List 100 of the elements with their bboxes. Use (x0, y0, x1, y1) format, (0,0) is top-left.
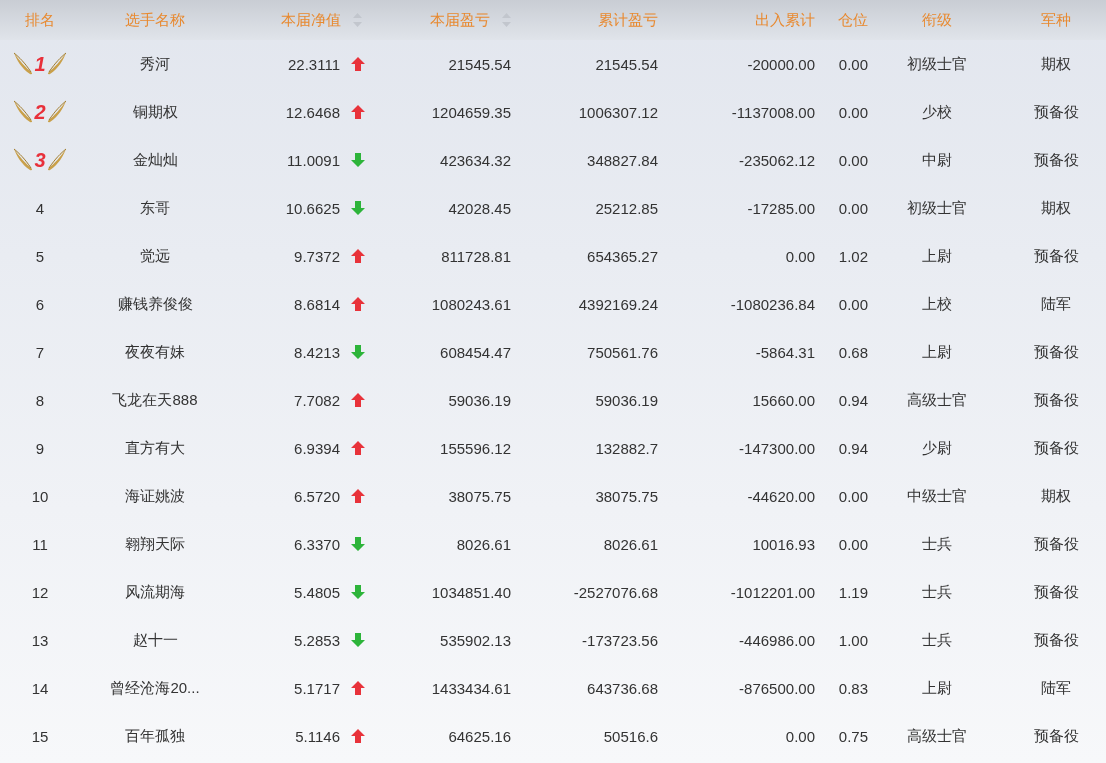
table-cell-text: 1.00 (837, 631, 868, 649)
table-cell-text: -1080236.84 (729, 295, 815, 313)
table-cell-text: 0.00 (837, 103, 868, 121)
table-cell-text: 6.3370 (293, 535, 340, 553)
player-name: 飞龙在天888 (111, 390, 199, 410)
table-cell-text: 38075.75 (594, 487, 658, 505)
table-cell-text: -876500.00 (738, 679, 815, 697)
player-name: 海证姚波 (124, 486, 186, 506)
table-cell-text: 0.75 (837, 727, 868, 745)
rank-number: 14 (30, 679, 50, 697)
sort-icon[interactable] (353, 13, 362, 27)
column-header[interactable]: 本届盈亏 (430, 10, 490, 30)
table-cell-text: 42028.45 (447, 199, 511, 217)
wing-icon (13, 100, 34, 124)
table-cell-text: 期权 (1040, 486, 1072, 506)
rank-number: 2 (34, 100, 46, 124)
table-cell-text: 高级士官 (906, 390, 968, 410)
wing-icon (46, 100, 67, 124)
player-name: 曾经沧海20... (109, 678, 201, 698)
table-cell-text: 38075.75 (447, 487, 511, 505)
table-cell-text: 预备役 (1032, 102, 1080, 122)
table-cell-text: 预备役 (1032, 726, 1080, 746)
table-cell-text: 1080243.61 (430, 295, 511, 313)
table-cell-text: 59036.19 (447, 391, 511, 409)
player-name: 觉远 (139, 246, 171, 266)
table-cell-text: 1.02 (837, 247, 868, 265)
table-cell-text: 上尉 (921, 342, 953, 362)
table-cell-text: 期权 (1040, 54, 1072, 74)
table-cell-text: 上校 (921, 294, 953, 314)
table-cell-text: 陆军 (1040, 294, 1072, 314)
rank-number: 9 (34, 439, 46, 457)
table-cell-text: 0.00 (837, 295, 868, 313)
table-cell-text: 预备役 (1032, 342, 1080, 362)
rank-number: 15 (30, 727, 50, 745)
table-cell-text: 9.7372 (293, 247, 340, 265)
player-name: 东哥 (139, 198, 171, 218)
table-cell-text: 0.00 (837, 55, 868, 73)
table-cell-text: -20000.00 (746, 55, 815, 73)
table-cell-text: -5864.31 (754, 343, 815, 361)
table-cell-text: 0.00 (837, 199, 868, 217)
table-cell-text: 高级士官 (906, 726, 968, 746)
table-cell-text: 中尉 (921, 150, 953, 170)
table-cell-text: 654365.27 (586, 247, 658, 265)
column-header: 出入累计 (755, 10, 815, 30)
table-cell-text: 132882.7 (594, 439, 658, 457)
table-cell-text: 1034851.40 (430, 583, 511, 601)
table-cell-text: 608454.47 (439, 343, 511, 361)
player-name: 金灿灿 (131, 150, 179, 170)
wing-icon (13, 148, 34, 172)
table-cell-text: 21545.54 (447, 55, 511, 73)
player-name: 直方有大 (124, 438, 186, 458)
table-cell-text: 少校 (921, 102, 953, 122)
player-name: 风流期海 (124, 582, 186, 602)
table-cell-text: 0.00 (784, 727, 815, 745)
rank-number: 1 (34, 52, 46, 76)
table-cell-text: 22.3111 (287, 55, 340, 73)
table-cell-text: 士兵 (921, 582, 953, 602)
rank-number: 12 (30, 583, 50, 601)
table-cell-text: 0.00 (837, 151, 868, 169)
table-cell-text: 上尉 (921, 678, 953, 698)
column-header[interactable]: 本届净值 (281, 10, 341, 30)
table-cell-text: 期权 (1040, 198, 1072, 218)
table-cell-text: 6.5720 (293, 487, 340, 505)
table-cell-text: 预备役 (1032, 438, 1080, 458)
table-cell-text: -1012201.00 (729, 583, 815, 601)
player-name: 赚钱养俊俊 (116, 294, 194, 314)
table-cell-text: 155596.12 (439, 439, 511, 457)
table-cell-text: 750561.76 (586, 343, 658, 361)
rank-number: 7 (34, 343, 46, 361)
player-name: 夜夜有妹 (124, 342, 186, 362)
table-cell-text: 1006307.12 (577, 103, 658, 121)
table-cell-text: 5.4805 (293, 583, 340, 601)
table-cell-text: -2527076.68 (572, 583, 658, 601)
table-cell-text: 预备役 (1032, 390, 1080, 410)
table-cell-text: 1204659.35 (430, 103, 511, 121)
table-cell-text: 7.7082 (293, 391, 340, 409)
table-cell-text: 士兵 (921, 630, 953, 650)
table-cell-text: 0.00 (837, 535, 868, 553)
table-cell-text: 预备役 (1032, 582, 1080, 602)
table-cell-text: 811728.81 (440, 247, 511, 265)
table-cell-text: 12.6468 (284, 103, 340, 121)
rank-number: 6 (34, 295, 46, 313)
table-cell-text: 8026.61 (455, 535, 511, 553)
table-cell-text: 5.2853 (293, 631, 340, 649)
table-cell-text: 10016.93 (751, 535, 815, 553)
table-cell-text: 上尉 (921, 246, 953, 266)
table-cell-text: 10.6625 (284, 199, 340, 217)
table-cell-text: 0.94 (837, 391, 868, 409)
table-cell-text: -1137008.00 (730, 103, 815, 121)
column-header: 仓位 (838, 10, 868, 30)
rank-number: 11 (31, 535, 49, 553)
table-cell-text: 初级士官 (906, 54, 968, 74)
sort-icon[interactable] (502, 13, 511, 27)
table-cell-text: 预备役 (1032, 534, 1080, 554)
table-cell-text: 6.9394 (293, 439, 340, 457)
table-cell-text: 陆军 (1040, 678, 1072, 698)
table-cell-text: 0.94 (837, 439, 868, 457)
table-cell-text: 8.6814 (293, 295, 340, 313)
table-cell-text: -446986.00 (738, 631, 815, 649)
table-cell-text: 50516.6 (602, 727, 658, 745)
